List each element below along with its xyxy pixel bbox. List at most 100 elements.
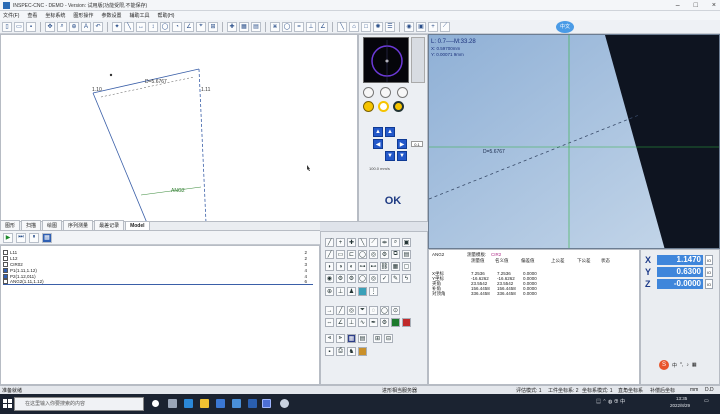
group-icon[interactable]: ⧉ (391, 250, 400, 259)
cortana-icon[interactable] (152, 400, 159, 407)
jog-right-button[interactable]: ▶ (397, 139, 407, 149)
person-icon[interactable]: ♟ (347, 287, 356, 296)
grid-icon[interactable]: ▦ (239, 21, 249, 32)
sogou-icon[interactable]: S (659, 360, 669, 370)
angle-icon[interactable]: ∠ (318, 21, 328, 32)
angle-tool-icon[interactable]: ∠ (184, 21, 194, 32)
search-icon[interactable]: ⌕ (391, 238, 400, 247)
check-icon[interactable]: ✓ (380, 274, 389, 283)
tab-worst-record[interactable]: 最差记录 (94, 220, 125, 230)
inspec-taskbar-icon[interactable] (262, 399, 271, 408)
dro-z-zero-button[interactable]: IO (705, 279, 713, 289)
notification-icon[interactable]: ▭ (704, 398, 709, 404)
teal-box-icon[interactable] (358, 287, 367, 296)
menu-tools[interactable]: 辅助工具 (129, 12, 149, 19)
list-icon[interactable]: ☰ (385, 21, 395, 32)
gear4-icon[interactable]: ⚙ (380, 318, 389, 327)
frame-icon[interactable]: □ (361, 21, 371, 32)
settings-taskbar-icon[interactable] (280, 399, 289, 408)
text-icon[interactable]: A (81, 21, 91, 32)
import-icon[interactable]: ⊟ (384, 334, 393, 343)
arrow-right-icon[interactable]: → (325, 306, 334, 315)
file-explorer-icon[interactable] (200, 399, 209, 408)
light-full-icon[interactable] (393, 101, 404, 112)
report-icon[interactable]: ▤ (251, 21, 261, 32)
light-ring-button[interactable] (363, 87, 374, 98)
gear-icon[interactable]: ⚙ (380, 250, 389, 259)
perpendicular-icon[interactable]: ⊥ (306, 21, 316, 32)
tab-scan[interactable]: 扫描 (21, 220, 42, 230)
perpendicular-icon[interactable]: ⊥ (347, 318, 356, 327)
slash-icon[interactable]: ⟋ (369, 238, 378, 247)
target-icon[interactable]: ◎ (369, 250, 378, 259)
point-tool-icon[interactable]: ✦ (112, 21, 122, 32)
ime-punct-icon[interactable]: °, (680, 362, 683, 368)
mail-icon[interactable] (232, 399, 241, 408)
crosshair-icon[interactable]: + (428, 21, 438, 32)
ellipse-icon[interactable]: ◯ (282, 21, 292, 32)
construct-icon[interactable]: ⌖ (196, 21, 206, 32)
windows-start-icon[interactable] (3, 399, 12, 408)
circle-dot-icon[interactable]: ⊙ (391, 306, 400, 315)
ring2-icon[interactable]: ◎ (369, 274, 378, 283)
people-icon[interactable]: ♞ (347, 347, 356, 356)
link2-icon[interactable]: ⊷ (369, 262, 378, 271)
step-input[interactable]: 0.1 (411, 141, 423, 147)
menu-graphics[interactable]: 图形操作 (73, 12, 93, 19)
app-taskbar-icon[interactable] (248, 399, 257, 408)
tab-draw[interactable]: 绘图 (42, 220, 63, 230)
tab-sequence[interactable]: 序列测量 (63, 220, 94, 230)
tab-graph[interactable]: 图形 (0, 220, 21, 230)
window-icon[interactable]: ▤ (402, 250, 411, 259)
print-icon[interactable]: ⎙ (336, 347, 345, 356)
ime-grid-icon[interactable]: ▦ (692, 362, 697, 368)
menu-coordinate[interactable]: 坐标系统 (45, 12, 65, 19)
pan-icon[interactable]: ✥ (45, 21, 55, 32)
anchor-icon[interactable]: ⊥ (336, 287, 345, 296)
template-value[interactable]: CIR2 (491, 252, 501, 257)
step-icon[interactable]: ⏭ (16, 232, 26, 243)
home-icon[interactable]: ⌂ (349, 21, 359, 32)
multi-point-icon[interactable]: ✚ (347, 238, 356, 247)
swap-icon[interactable]: ⇔ (325, 318, 334, 327)
menu-file[interactable]: 文件(F) (3, 12, 19, 19)
menu-view[interactable]: 查看 (27, 12, 37, 19)
spiral-icon[interactable]: ◌ (369, 306, 378, 315)
dro-x-zero-button[interactable]: IO (705, 255, 713, 265)
menu-help[interactable]: 帮助(H) (157, 12, 174, 19)
table-icon[interactable]: ▦ (347, 334, 356, 343)
slot-icon[interactable]: ⊏ (347, 250, 356, 259)
list-item[interactable]: ANG2(1.11,1.12) 6 (3, 279, 313, 285)
camera-icon[interactable]: ◉ (404, 21, 414, 32)
light-ring-icon[interactable] (378, 101, 389, 112)
frame-icon[interactable]: ▢ (402, 262, 411, 271)
table-row[interactable]: 对顶角 336.4458 336.4458 0.0000 (431, 291, 637, 296)
drawing-canvas[interactable]: 1.10 1.11 D=5.6767 ANG2 (0, 34, 358, 222)
pause-icon[interactable]: ⏸ (29, 232, 39, 243)
jog-left-button[interactable]: ◀ (373, 139, 383, 149)
program-icon[interactable]: ▦ (42, 232, 52, 243)
menu-settings[interactable]: 参数设置 (101, 12, 121, 19)
align-right-icon[interactable]: ⫸ (336, 334, 345, 343)
close-icon[interactable]: × (712, 2, 716, 9)
funnel-icon[interactable]: ⏷ (358, 306, 367, 315)
line-tool-icon[interactable]: ╱ (325, 238, 334, 247)
ring-icon[interactable]: ◯ (358, 274, 367, 283)
undo-icon[interactable]: ↶ (93, 21, 103, 32)
arc-icon[interactable]: ◗ (325, 262, 334, 271)
slash2-icon[interactable]: ╱ (336, 306, 345, 315)
ime-badge[interactable]: 中文 (556, 21, 574, 33)
circle-target-icon[interactable]: ◉ (325, 274, 334, 283)
ime-lang[interactable]: 中 (672, 362, 677, 369)
light-yellow-icon[interactable] (363, 101, 374, 112)
target2-icon[interactable]: ◎ (347, 306, 356, 315)
arc2-icon[interactable]: ◑ (336, 262, 345, 271)
arc-tool-icon[interactable]: ◔ (172, 21, 182, 32)
export-icon[interactable]: ⊞ (373, 334, 382, 343)
edge-tool-icon[interactable]: ╲ (358, 238, 367, 247)
ruler-icon[interactable]: ⟋ (440, 21, 450, 32)
store-icon[interactable] (216, 399, 225, 408)
jog-z-up-button[interactable]: ▲ (373, 127, 383, 137)
rectangle-icon[interactable]: ▭ (336, 250, 345, 259)
circle-tool-icon[interactable]: ◯ (160, 21, 170, 32)
